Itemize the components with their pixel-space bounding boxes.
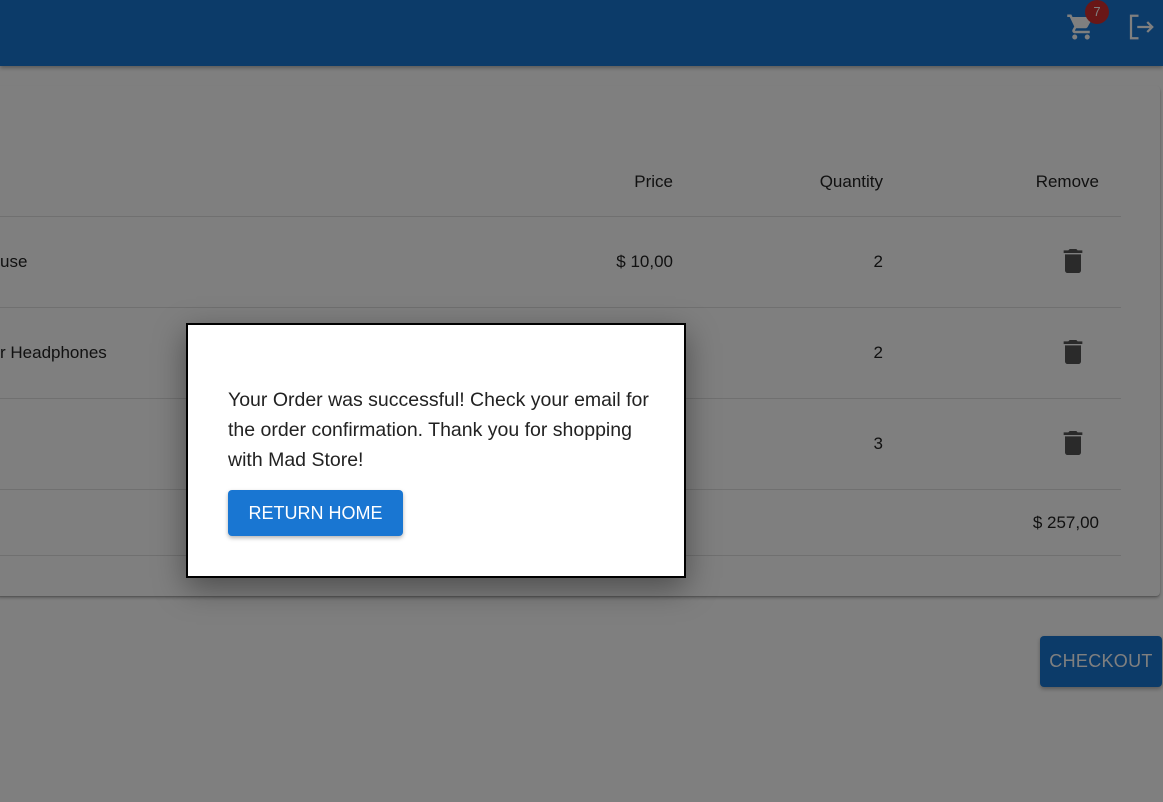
return-home-button[interactable]: RETURN HOME (228, 490, 403, 536)
order-success-message: Your Order was successful! Check your em… (228, 389, 649, 471)
order-success-dialog: Your Order was successful! Check your em… (186, 323, 686, 578)
